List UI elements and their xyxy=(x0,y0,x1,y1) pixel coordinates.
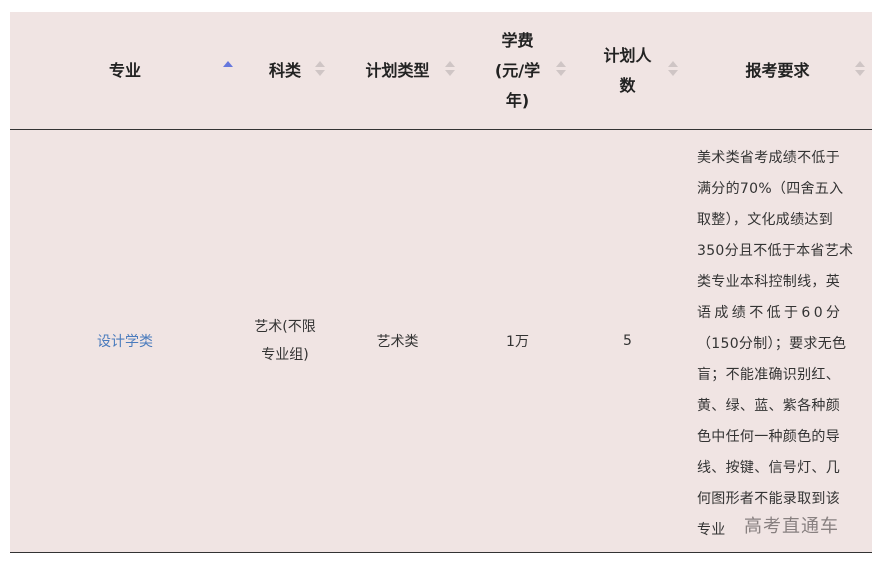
sort-icon[interactable] xyxy=(445,59,455,79)
table-row: 设计学类 艺术(不限 专业组) 艺术类 1万 5 美术类省考成绩不低于 满分的7… xyxy=(10,130,872,553)
cell-tuition: 1万 xyxy=(506,334,529,350)
header-plan-type[interactable]: 计划类型 xyxy=(350,12,445,129)
sort-ascending-icon[interactable] xyxy=(223,59,233,79)
header-major[interactable]: 专业 xyxy=(75,12,175,129)
cell-plan-count: 5 xyxy=(623,333,632,349)
header-plan-count[interactable]: 计划人 数 xyxy=(590,12,665,129)
sort-icon[interactable] xyxy=(315,59,325,79)
header-tuition[interactable]: 学费 (元/学 年) xyxy=(480,12,555,129)
cell-plan-type: 艺术类 xyxy=(376,334,419,350)
header-requirements[interactable]: 报考要求 xyxy=(710,12,845,129)
cell-category: 艺术(不限 专业组) xyxy=(254,319,316,363)
admission-plan-table: 专业 科类 计划类型 学费 (元/学 年) 计划人 数 报考要求 设计学类 艺术… xyxy=(10,12,872,553)
sort-icon[interactable] xyxy=(668,59,678,79)
table-header: 专业 科类 计划类型 学费 (元/学 年) 计划人 数 报考要求 xyxy=(10,12,872,130)
sort-icon[interactable] xyxy=(855,59,865,79)
sort-icon[interactable] xyxy=(556,59,566,79)
watermark: 高考直通车 xyxy=(744,516,839,537)
major-link[interactable]: 设计学类 xyxy=(97,331,153,351)
header-category[interactable]: 科类 xyxy=(255,12,315,129)
cell-major: 设计学类 xyxy=(75,130,175,552)
cell-requirements: 美术类省考成绩不低于 满分的70%（四舍五入 取整），文化成绩达到 350分且不… xyxy=(697,150,854,538)
